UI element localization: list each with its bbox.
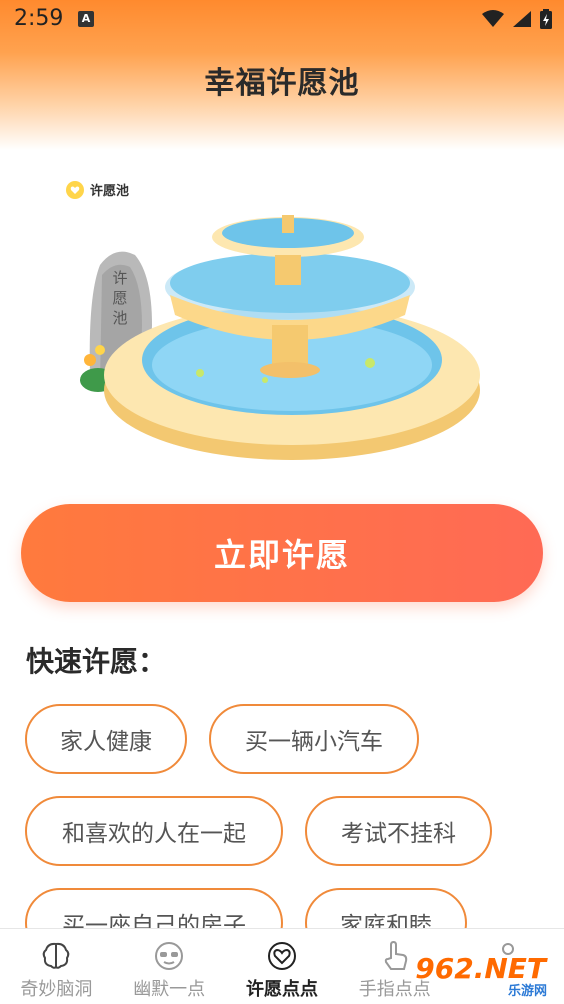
watermark-sub: 乐游网 bbox=[504, 980, 550, 999]
site-watermark: 962.NET 乐游网 bbox=[408, 952, 558, 1000]
status-bar: 2:59 A bbox=[0, 0, 564, 40]
page-title: 幸福许愿池 bbox=[204, 66, 360, 101]
nav-label-humor: 幽默一点 bbox=[133, 979, 206, 1000]
nav-item-brain[interactable]: 奇妙脑洞 bbox=[0, 929, 113, 1004]
status-time: 2:59 bbox=[14, 6, 64, 31]
fountain-illustration: 许 愿 池 bbox=[80, 215, 480, 460]
stone-char-1: 许 bbox=[112, 269, 127, 287]
quick-wish-chip-be-with-loved-one[interactable]: 和喜欢的人在一起 bbox=[25, 796, 283, 866]
wifi-icon bbox=[482, 10, 504, 27]
quick-wish-chip-buy-car[interactable]: 买一辆小汽车 bbox=[209, 704, 419, 774]
hand-pointer-icon bbox=[378, 939, 412, 973]
header-background: 2:59 A 幸福许愿池 bbox=[0, 0, 564, 150]
notification-icon: A bbox=[78, 11, 94, 27]
heart-icon bbox=[265, 939, 299, 973]
battery-icon bbox=[540, 9, 552, 29]
quick-wish-chip-family-health[interactable]: 家人健康 bbox=[25, 704, 187, 774]
nav-item-humor[interactable]: 幽默一点 bbox=[113, 929, 226, 1004]
nav-label-brain: 奇妙脑洞 bbox=[20, 979, 93, 1000]
brain-icon bbox=[39, 939, 73, 973]
stone-char-2: 愿 bbox=[112, 289, 127, 307]
make-wish-button[interactable]: 立即许愿 bbox=[21, 504, 543, 602]
stone-char-3: 池 bbox=[112, 309, 127, 327]
sunglasses-face-icon bbox=[152, 939, 186, 973]
status-icons bbox=[482, 9, 552, 29]
nav-label-wish: 许愿点点 bbox=[245, 979, 318, 1000]
quick-wish-chip-pass-exam[interactable]: 考试不挂科 bbox=[305, 796, 492, 866]
quick-wish-title: 快速许愿： bbox=[26, 645, 167, 678]
nav-item-wish[interactable]: 许愿点点 bbox=[226, 929, 339, 1004]
signal-icon bbox=[513, 11, 531, 27]
